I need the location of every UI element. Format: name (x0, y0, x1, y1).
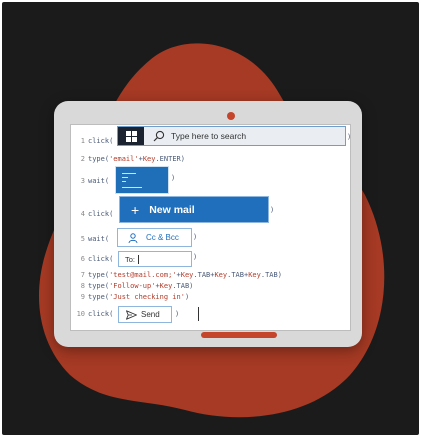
line-number: 10 (76, 310, 85, 318)
line-number: 5 (80, 235, 85, 243)
line-number: 8 (80, 282, 85, 290)
close-paren: ) (347, 133, 352, 141)
line-number: 7 (80, 271, 85, 279)
send-icon (126, 309, 137, 320)
line-number: 9 (80, 293, 85, 301)
code-text: type('test@mail.com;'+Key.TAB+Key.TAB+Ke… (88, 271, 282, 279)
code-screen: 1 click( 2 type('email'+Key.ENTER) 3 wai… (70, 124, 351, 331)
illustration: 1 click( 2 type('email'+Key.ENTER) 3 wai… (0, 0, 421, 437)
search-placeholder: Type here to search (171, 131, 247, 141)
thumb-line (122, 187, 142, 188)
thumb-line (122, 173, 136, 174)
text-caret (138, 254, 140, 264)
cc-bcc-button[interactable]: Cc & Bcc (117, 228, 192, 247)
close-paren: ) (171, 174, 176, 182)
close-paren: ) (193, 233, 198, 241)
code-text: type('Just checking in') (88, 293, 190, 301)
line-number: 4 (80, 210, 85, 218)
thumb-line (122, 181, 126, 182)
close-paren: ) (175, 310, 180, 318)
close-paren: ) (193, 253, 198, 261)
line-number: 2 (80, 155, 85, 163)
person-icon (128, 232, 138, 243)
new-mail-button[interactable]: + New mail (119, 196, 269, 223)
send-label: Send (141, 310, 160, 319)
windows-start-button[interactable] (118, 127, 144, 145)
code-line-1: 1 click( (71, 135, 114, 147)
code-line-4: 4 click( (71, 208, 114, 220)
code-line-6: 6 click( (71, 253, 114, 265)
line-number: 1 (80, 137, 85, 145)
thumb-line (122, 177, 128, 178)
code-text: click( (88, 137, 114, 145)
code-line-3: 3 wait( (71, 175, 109, 187)
to-label: To: (125, 254, 136, 264)
cc-bcc-label: Cc & Bcc (146, 233, 179, 242)
camera-dot (227, 112, 235, 120)
code-line-2: 2 type('email'+Key.ENTER) (71, 153, 185, 165)
to-field[interactable]: To: (118, 251, 192, 267)
line-number: 6 (80, 255, 85, 263)
code-text: wait( (88, 235, 110, 243)
code-line-5: 5 wait( (71, 233, 109, 245)
editor-text-cursor (198, 307, 199, 321)
device-home-bar (201, 332, 277, 338)
code-text: wait( (88, 177, 110, 185)
close-paren: ) (270, 206, 275, 214)
outlook-window-thumbnail (115, 166, 169, 194)
code-line-9: 9 type('Just checking in') (71, 291, 189, 303)
code-line-10: 10 click( (71, 308, 114, 320)
taskbar-search-snippet[interactable]: Type here to search (117, 126, 346, 146)
code-text: click( (88, 210, 114, 218)
code-text: type('Follow-up'+Key.TAB) (88, 282, 194, 290)
line-number: 3 (80, 177, 85, 185)
code-text: click( (88, 255, 114, 263)
search-icon (153, 130, 165, 142)
new-mail-label: New mail (149, 203, 195, 216)
send-button[interactable]: Send (118, 306, 172, 323)
windows-logo-icon (125, 130, 137, 142)
plus-icon: + (131, 201, 140, 218)
code-text: type('email'+Key.ENTER) (88, 155, 185, 163)
code-text: click( (88, 310, 114, 318)
